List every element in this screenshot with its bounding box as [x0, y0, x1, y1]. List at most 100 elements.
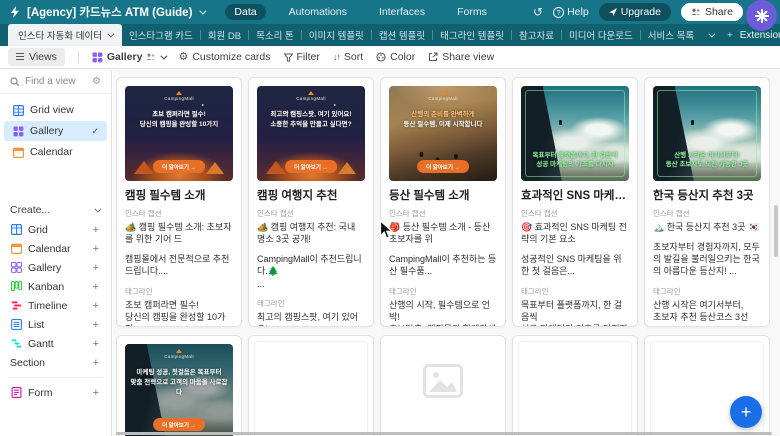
create-item-label: Gantt — [28, 338, 54, 350]
create-gallery[interactable]: Gallery + — [0, 258, 111, 277]
create-grid[interactable]: Grid + — [0, 220, 111, 239]
gallery-card-loading[interactable] — [380, 335, 506, 436]
calendar-view-icon — [12, 147, 24, 158]
sidebar-view-gallery[interactable]: Gallery ✓ — [4, 121, 107, 141]
cover-cta-button: 더 알아보기 → — [153, 418, 205, 431]
plus-icon[interactable]: + — [93, 300, 99, 312]
table-tab[interactable]: 목소리 톤 — [249, 24, 301, 46]
field-label-tagline: 태그라인 — [257, 298, 365, 309]
gallery-card[interactable]: CampingMall 마케팅 성공, 첫걸음은 목표부터맞춤 전략으로 고객의… — [116, 335, 242, 436]
add-record-button[interactable]: + — [730, 396, 762, 428]
tent-icon — [176, 91, 182, 95]
color-button[interactable]: Color — [376, 51, 415, 63]
help-button[interactable]: ? Help — [553, 6, 589, 18]
table-tabs: 인스타그램 카드 회원 DB 목소리 톤 이미지 템플릿 캡션 템플릿 태그라인… — [122, 24, 740, 46]
gallery-card-empty[interactable] — [248, 335, 374, 436]
table-tab[interactable]: 인스타그램 카드 — [122, 24, 200, 46]
create-gantt[interactable]: Gantt + — [0, 334, 111, 353]
tagline-text: 초보탈출, 캠핑몰과 함께하세요 — [389, 323, 497, 327]
gallery-card[interactable]: CampingMall 초보 캠퍼라면 필수!당신의 캠핑을 완성할 10가지 … — [116, 77, 242, 327]
gallery-card[interactable]: CampingMall 산행의 준비를 완벽하게등산 필수템, 이제 시작합니다… — [380, 77, 506, 327]
card-grid: CampingMall 초보 캠퍼라면 필수!당신의 캠핑을 완성할 10가지 … — [113, 70, 773, 436]
create-calendar[interactable]: Calendar + — [0, 239, 111, 258]
plus-icon[interactable]: + — [93, 243, 99, 255]
create-kanban[interactable]: Kanban + — [0, 277, 111, 296]
more-tables-chevron-icon[interactable] — [701, 33, 720, 38]
customize-cards-button[interactable]: ⚙︎ Customize cards — [178, 51, 270, 63]
share-view-button[interactable]: Share view — [428, 51, 494, 63]
chevron-down-icon — [161, 52, 168, 59]
create-item-label: Section — [10, 357, 45, 369]
caption-text: 초보자부터 경험자까지, 모두의 발길을 불러일으키는 한국의 아름다운 등산지… — [653, 241, 761, 277]
base-title[interactable]: [Agency] 카드뉴스 ATM (Guide) — [27, 4, 192, 20]
cover-text: 초보 캠퍼라면 필수! — [130, 110, 228, 120]
view-label: Gallery — [30, 125, 63, 137]
table-tab[interactable]: 서비스 목록 — [641, 24, 701, 46]
table-tab[interactable]: 미디어 다운로드 — [562, 24, 640, 46]
gallery-card[interactable]: 목표부터 플랫폼까지, 한 걸음씩성공 마케팅의 기초를 다지자 효과적인 SN… — [512, 77, 638, 327]
table-tab[interactable]: 태그라인 템플릿 — [433, 24, 511, 46]
create-timeline[interactable]: Timeline + — [0, 296, 111, 315]
brand-logo: CampingMall — [257, 91, 365, 101]
empty-cover — [254, 341, 368, 436]
nav-tabs: Data Automations Interfaces Forms — [225, 4, 495, 20]
table-tab[interactable]: 참고자료 — [512, 24, 561, 46]
views-toggle-button[interactable]: Views — [8, 48, 65, 66]
caption-text: ... — [257, 278, 365, 290]
find-view-input[interactable] — [25, 76, 87, 87]
field-label-tagline: 태그라인 — [125, 286, 233, 297]
field-label-caption: 인스타 캡션 — [521, 208, 629, 219]
plus-icon[interactable]: + — [93, 357, 99, 369]
table-tab[interactable]: 이미지 템플릿 — [302, 24, 371, 46]
horizontal-scrollbar[interactable] — [116, 432, 772, 435]
create-item-label: Calendar — [28, 243, 71, 255]
chevron-down-icon[interactable] — [200, 7, 207, 14]
view-toolbar: Views Gallery ⚙︎ Customize cards Filter … — [0, 46, 780, 69]
sidebar-view-grid[interactable]: Grid view — [4, 100, 107, 120]
sidebar-view-calendar[interactable]: Calendar — [4, 142, 107, 162]
tab-interfaces[interactable]: Interfaces — [370, 4, 434, 20]
gallery-card[interactable]: 산행 시작은 여기서부터!등산 초보자도 도전 가능한 3곳 한국 등산지 추천… — [644, 77, 770, 327]
add-table-button[interactable]: + — [720, 30, 740, 41]
vertical-scrollbar[interactable] — [774, 205, 778, 257]
sparkle-cursor-button[interactable] — [746, 0, 777, 31]
create-list[interactable]: List + — [0, 315, 111, 334]
create-section-header[interactable]: Create... — [0, 198, 111, 220]
field-label-caption: 인스타 캡션 — [389, 208, 497, 219]
plus-icon[interactable]: + — [93, 281, 99, 293]
help-label: Help — [567, 6, 589, 18]
gallery-view-icon — [92, 52, 103, 63]
gallery-card-empty[interactable] — [512, 335, 638, 436]
share-button[interactable]: Share — [681, 3, 743, 21]
tagline-text: 산행 시작은 여기서부터, — [653, 299, 761, 311]
extensions-button[interactable]: Extensions — [740, 30, 780, 41]
plus-icon[interactable]: + — [93, 262, 99, 274]
sort-label: Sort — [344, 51, 363, 63]
table-tab-active[interactable]: 인스타 자동화 데이터 — [8, 24, 122, 46]
tab-automations[interactable]: Automations — [280, 4, 356, 20]
create-form[interactable]: Form + — [0, 383, 111, 402]
card-cover-image: CampingMall 최고의 캠핑스팟, 여기 있어요!소중한 추억을 만들고… — [257, 86, 365, 181]
tab-forms[interactable]: Forms — [448, 4, 496, 20]
tagline-text: 초보 캠퍼라면 필수! — [125, 299, 233, 311]
table-tab[interactable]: 캡션 템플릿 — [372, 24, 432, 46]
plus-icon[interactable]: + — [93, 224, 99, 236]
filter-button[interactable]: Filter — [284, 51, 320, 63]
history-icon[interactable]: ↺ — [533, 6, 543, 18]
plus-icon[interactable]: + — [93, 338, 99, 350]
gallery-card[interactable]: CampingMall 최고의 캠핑스팟, 여기 있어요!소중한 추억을 만들고… — [248, 77, 374, 327]
caption-text: 성공적인 SNS 마케팅을 위한 첫 걸음은... — [521, 253, 629, 277]
plus-icon[interactable]: + — [93, 387, 99, 399]
create-section[interactable]: Section + — [0, 353, 111, 372]
plus-icon[interactable]: + — [93, 319, 99, 331]
cover-text: 소중한 추억을 만들고 싶다면? — [262, 120, 360, 130]
image-placeholder-icon — [389, 364, 497, 398]
view-settings-gear-icon[interactable]: ⚙︎ — [92, 77, 101, 87]
caption-text: 🎒 등산 필수템 소개 - 등산 초보자를 위 — [389, 221, 497, 245]
upgrade-button[interactable]: Upgrade — [599, 3, 671, 21]
sort-button[interactable]: ↓↑ Sort — [333, 51, 363, 63]
table-tab[interactable]: 회원 DB — [201, 24, 248, 46]
rocket-icon — [609, 8, 617, 16]
current-view-button[interactable]: Gallery — [92, 51, 166, 63]
tab-data[interactable]: Data — [225, 4, 265, 20]
